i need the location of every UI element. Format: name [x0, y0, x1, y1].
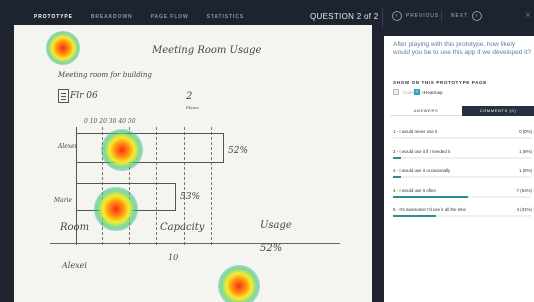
- table-header-usage: Usage: [260, 220, 292, 231]
- tab-prototype[interactable]: PROTOTYPE: [34, 14, 73, 20]
- next-label: NEXT: [451, 13, 468, 19]
- list-item: 5 - It's awesome! I'd use it all the tim…: [393, 207, 534, 227]
- tab-breakdown[interactable]: BREAKDOWN: [91, 14, 133, 20]
- heatmap-spot: [101, 129, 143, 171]
- answer-bar-fill: [393, 215, 436, 217]
- sketch-row-2-label: Marie: [54, 197, 73, 204]
- tab-comments[interactable]: COMMENTS (0): [462, 106, 534, 116]
- answer-value: 1 (8%): [519, 148, 532, 154]
- previous-label: PREVIOUS: [406, 13, 440, 19]
- list-item: 4 - I would use it often 7 (54%): [393, 188, 534, 208]
- arrow-left-icon: ‹: [392, 11, 402, 21]
- list-item: 2 - I would use it if I needed it 1 (8%): [393, 149, 534, 169]
- sketch-floors-label: Floors: [186, 105, 199, 110]
- arrow-right-icon: ›: [471, 11, 482, 21]
- answers-list: 1 - I would never use it 0 (0%) 2 - I wo…: [393, 129, 534, 227]
- heatmap-spot: [46, 31, 80, 65]
- sketch-subtitle: Meeting room for building: [58, 71, 152, 79]
- floor-icon: [58, 89, 69, 103]
- table-header-room: Room: [60, 222, 90, 233]
- prototype-canvas[interactable]: Meeting Room Usage Meeting room for buil…: [14, 25, 372, 302]
- answer-bar-track: [393, 137, 531, 139]
- heatmap-spot: [94, 187, 138, 231]
- sketch-row-1-pct: 52%: [228, 146, 249, 156]
- panel-tabs: ANSWERS COMMENTS (0): [390, 106, 534, 116]
- answer-bar-track: [393, 176, 531, 178]
- question-panel: After playing with this prototype, how l…: [384, 36, 534, 302]
- sketch-axis-ticks: 0 10 20 30 40 50: [84, 118, 136, 125]
- tab-answers[interactable]: ANSWERS: [390, 106, 462, 116]
- answer-value: 4 (31%): [516, 207, 532, 212]
- answer-bar-track: [393, 215, 531, 217]
- answer-bar-track: [393, 156, 531, 159]
- heatmap-toggle[interactable]: ✓ Heatmap: [414, 89, 443, 95]
- heatmap-checkbox[interactable]: ✓: [414, 89, 420, 95]
- answer-value: 0 (0%): [519, 129, 532, 134]
- question-text: After playing with this prototype, how l…: [393, 41, 532, 56]
- sketch-divider: [50, 243, 340, 244]
- answer-label: 4 - I would use it often: [393, 187, 436, 193]
- heatmap-spot: [218, 265, 260, 302]
- list-item: 1 - I would never use it 0 (0%): [393, 129, 534, 149]
- sketch-bar-1: [76, 133, 224, 163]
- sketch-row-2-pct: 53%: [180, 192, 201, 202]
- previous-button[interactable]: ‹ PREVIOUS: [392, 11, 439, 21]
- table-row-room: Alexei: [62, 261, 87, 270]
- show-heading: SHOW ON THIS PROTOTYPE PAGE: [393, 80, 487, 85]
- answer-value: 7 (54%): [516, 187, 532, 193]
- table-header-capacity: Capacity: [160, 222, 205, 233]
- nav-separator: [441, 11, 442, 21]
- answer-bar-track: [393, 195, 531, 198]
- sketch-row-1-label: Alexei: [58, 143, 77, 150]
- tab-statistics[interactable]: STATISTICS: [207, 14, 244, 20]
- heatmap-label: Heatmap: [424, 89, 443, 95]
- answer-label: 2 - I would use it if I needed it: [393, 148, 451, 154]
- comments-checkbox[interactable]: [393, 89, 399, 95]
- tab-page-flow[interactable]: PAGE FLOW: [151, 14, 189, 20]
- question-counter: QUESTION 2 of 2: [310, 12, 379, 21]
- answer-bar-fill: [393, 195, 468, 198]
- sketch-floor: Flr 06: [70, 91, 98, 101]
- table-row-usage: 52%: [260, 243, 283, 254]
- table-row-capacity: 10: [168, 253, 179, 262]
- close-icon[interactable]: ×: [525, 10, 531, 21]
- answer-value: 1 (8%): [519, 168, 532, 173]
- view-tabs: PROTOTYPE BREAKDOWN PAGE FLOW STATISTICS: [34, 14, 262, 20]
- topbar-divider: [382, 8, 383, 28]
- answer-bar-fill: [393, 176, 401, 178]
- sketch-title: Meeting Room Usage: [152, 45, 262, 56]
- answer-label: 1 - I would never use it: [393, 129, 438, 134]
- next-button[interactable]: NEXT ›: [451, 11, 482, 21]
- answer-label: 3 - I would use it occasionally: [393, 168, 451, 173]
- sketch-floors-count: 2: [186, 91, 193, 102]
- answer-bar-fill: [393, 156, 401, 159]
- list-item: 3 - I would use it occasionally 1 (8%): [393, 168, 534, 188]
- answer-label: 5 - It's awesome! I'd use it all the tim…: [393, 207, 466, 212]
